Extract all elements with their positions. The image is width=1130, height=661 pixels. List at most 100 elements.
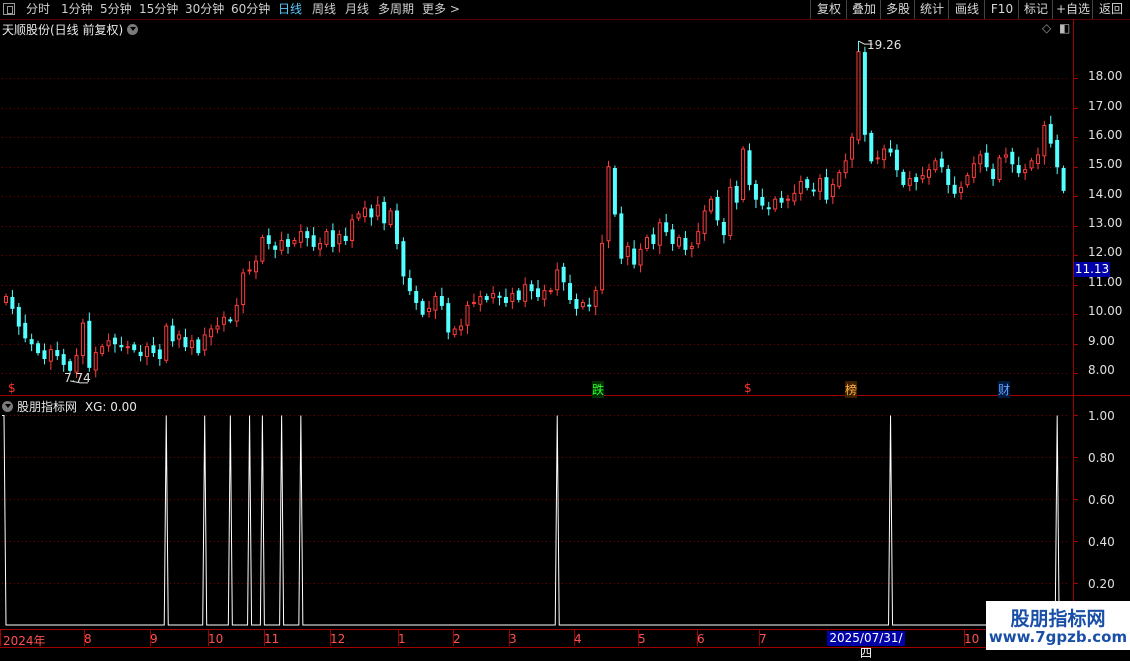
signal-rank[interactable]: 榜 (845, 381, 858, 398)
candle-body (811, 189, 816, 192)
candle-body (292, 240, 297, 245)
diamond-icon[interactable]: ◇ (1042, 21, 1051, 35)
candle-body (394, 210, 399, 244)
candle-body (766, 207, 771, 210)
candle-body (202, 334, 207, 351)
candle-body (965, 175, 970, 186)
candle-body (106, 340, 111, 347)
candle-body (741, 148, 746, 200)
chevron-down-icon[interactable] (127, 24, 139, 35)
candle-body (644, 237, 649, 249)
cursor-date-label: 2025/07/31/四 (827, 631, 905, 660)
signal-dollar[interactable]: $ (744, 381, 752, 395)
candle-body (914, 177, 919, 182)
y-tick: 11.00 (1088, 275, 1123, 289)
x-axis-label: 12 (330, 632, 346, 646)
candle-body (1042, 124, 1047, 157)
candle-body (241, 272, 246, 306)
candle-body (170, 325, 175, 342)
candle-body (612, 168, 617, 215)
kline-chart[interactable] (0, 0, 1130, 650)
x-axis-label: 9 (150, 632, 158, 646)
candle-body (478, 296, 483, 305)
candle-body (638, 248, 643, 266)
signal-fall[interactable]: 跌 (592, 381, 605, 398)
candle-body (337, 234, 342, 245)
watermark-url: www.7gpzb.com (988, 628, 1128, 646)
y-tick: 13.00 (1088, 216, 1123, 230)
indicator-panel-header: 股朋指标网 XG: 0.00 (2, 398, 137, 415)
candle-body (753, 183, 758, 200)
candle-body (253, 260, 258, 273)
candle-body (894, 149, 899, 171)
y-tick: 8.00 (1088, 363, 1115, 377)
candle-body (830, 183, 835, 198)
x-axis-label: 3 (509, 632, 517, 646)
candle-body (100, 346, 105, 354)
candle-body (350, 219, 355, 242)
candle-body (29, 339, 34, 345)
candle-body (16, 306, 21, 327)
candle-body (503, 296, 508, 303)
candle-body (664, 222, 669, 233)
candle-body (683, 237, 688, 250)
candle-body (907, 178, 912, 186)
y-tick: 12.00 (1088, 245, 1123, 259)
candle-body (728, 186, 733, 236)
candle-body (382, 201, 387, 224)
signal-finance[interactable]: 财 (998, 381, 1011, 398)
x-axis-label: 7 (759, 632, 767, 646)
candle-body (138, 351, 143, 357)
panel-toggle-icon[interactable]: ◧ (1059, 21, 1070, 35)
candle-body (568, 283, 573, 301)
candle-body (952, 184, 957, 194)
candle-body (555, 269, 560, 291)
candle-body (189, 340, 194, 349)
candle-body (228, 319, 233, 322)
candle-body (984, 152, 989, 168)
signal-dollar[interactable]: $ (8, 381, 16, 395)
candle-body (926, 169, 931, 178)
xg-indicator-line (2, 414, 1070, 626)
candle-body (805, 179, 810, 188)
x-axis-label: 5 (638, 632, 646, 646)
candle-body (946, 168, 951, 185)
candle-body (542, 290, 547, 300)
candle-body (446, 303, 451, 333)
candle-body (1055, 139, 1060, 168)
candle-body (606, 166, 611, 242)
candle-body (875, 157, 880, 160)
candle-body (785, 198, 790, 201)
candle-body (459, 325, 464, 331)
candle-body (330, 230, 335, 247)
candle-body (491, 293, 496, 299)
candle-body (80, 322, 85, 357)
candle-body (401, 241, 406, 277)
indicator-y-tick: 0.20 (1088, 577, 1115, 591)
chevron-down-icon[interactable] (2, 401, 13, 412)
candle-body (882, 148, 887, 161)
candle-body (74, 355, 79, 373)
candle-body (561, 266, 566, 283)
candle-body (901, 171, 906, 185)
candle-body (869, 132, 874, 162)
candle-body (177, 334, 182, 340)
candle-body (420, 301, 425, 315)
candle-body (119, 345, 124, 348)
candle-body (112, 337, 117, 345)
low-marker: 7.74 (64, 371, 91, 385)
x-axis-label: 4 (574, 632, 582, 646)
candle-body (715, 196, 720, 221)
x-axis-label: 1 (398, 632, 406, 646)
candle-body (619, 213, 624, 259)
candle-body (1061, 168, 1066, 191)
candle-body (792, 192, 797, 202)
candle-body (702, 210, 707, 234)
candle-body (689, 245, 694, 249)
candle-body (971, 163, 976, 178)
candle-body (209, 328, 214, 338)
candle-body (856, 51, 861, 141)
candle-body (55, 350, 60, 357)
indicator-y-tick: 0.80 (1088, 451, 1115, 465)
indicator-title: 股朋指标网 (17, 400, 78, 414)
